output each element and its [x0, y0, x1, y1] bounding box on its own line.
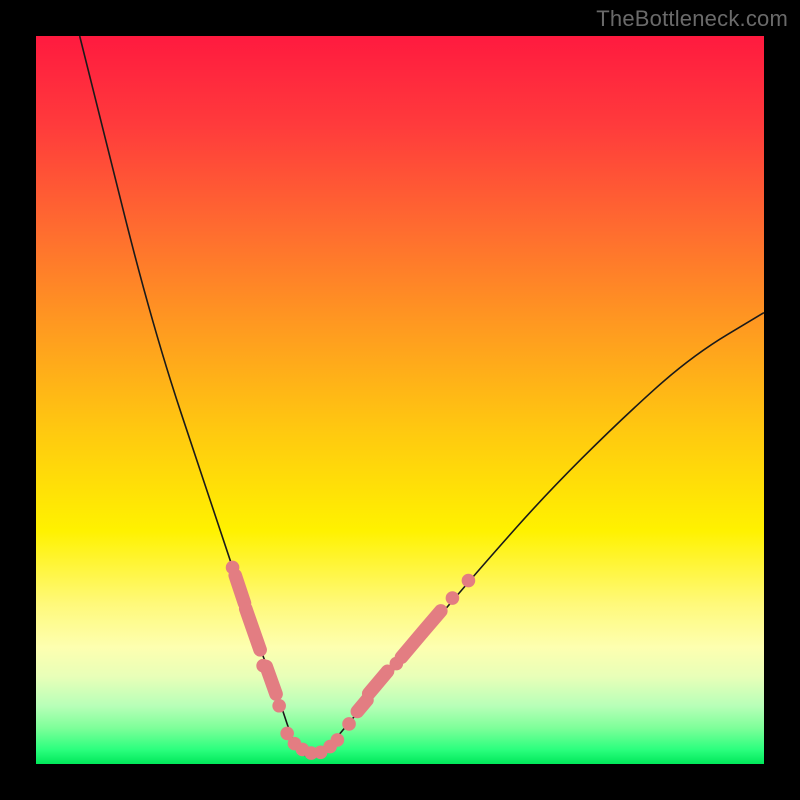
- marker-dot: [446, 591, 460, 605]
- marker-dot: [462, 574, 476, 588]
- curve-markers: [226, 561, 475, 760]
- marker-dot: [342, 717, 356, 731]
- marker-pill: [258, 658, 285, 703]
- plot-area: [36, 36, 764, 764]
- bottleneck-curve: [80, 36, 764, 757]
- marker-pill: [237, 600, 269, 658]
- chart-frame: TheBottleneck.com: [0, 0, 800, 800]
- marker-dot: [331, 733, 345, 747]
- marker-pill: [412, 601, 450, 642]
- curve-layer: [36, 36, 764, 764]
- attribution-text: TheBottleneck.com: [596, 6, 788, 32]
- marker-dot: [272, 699, 286, 713]
